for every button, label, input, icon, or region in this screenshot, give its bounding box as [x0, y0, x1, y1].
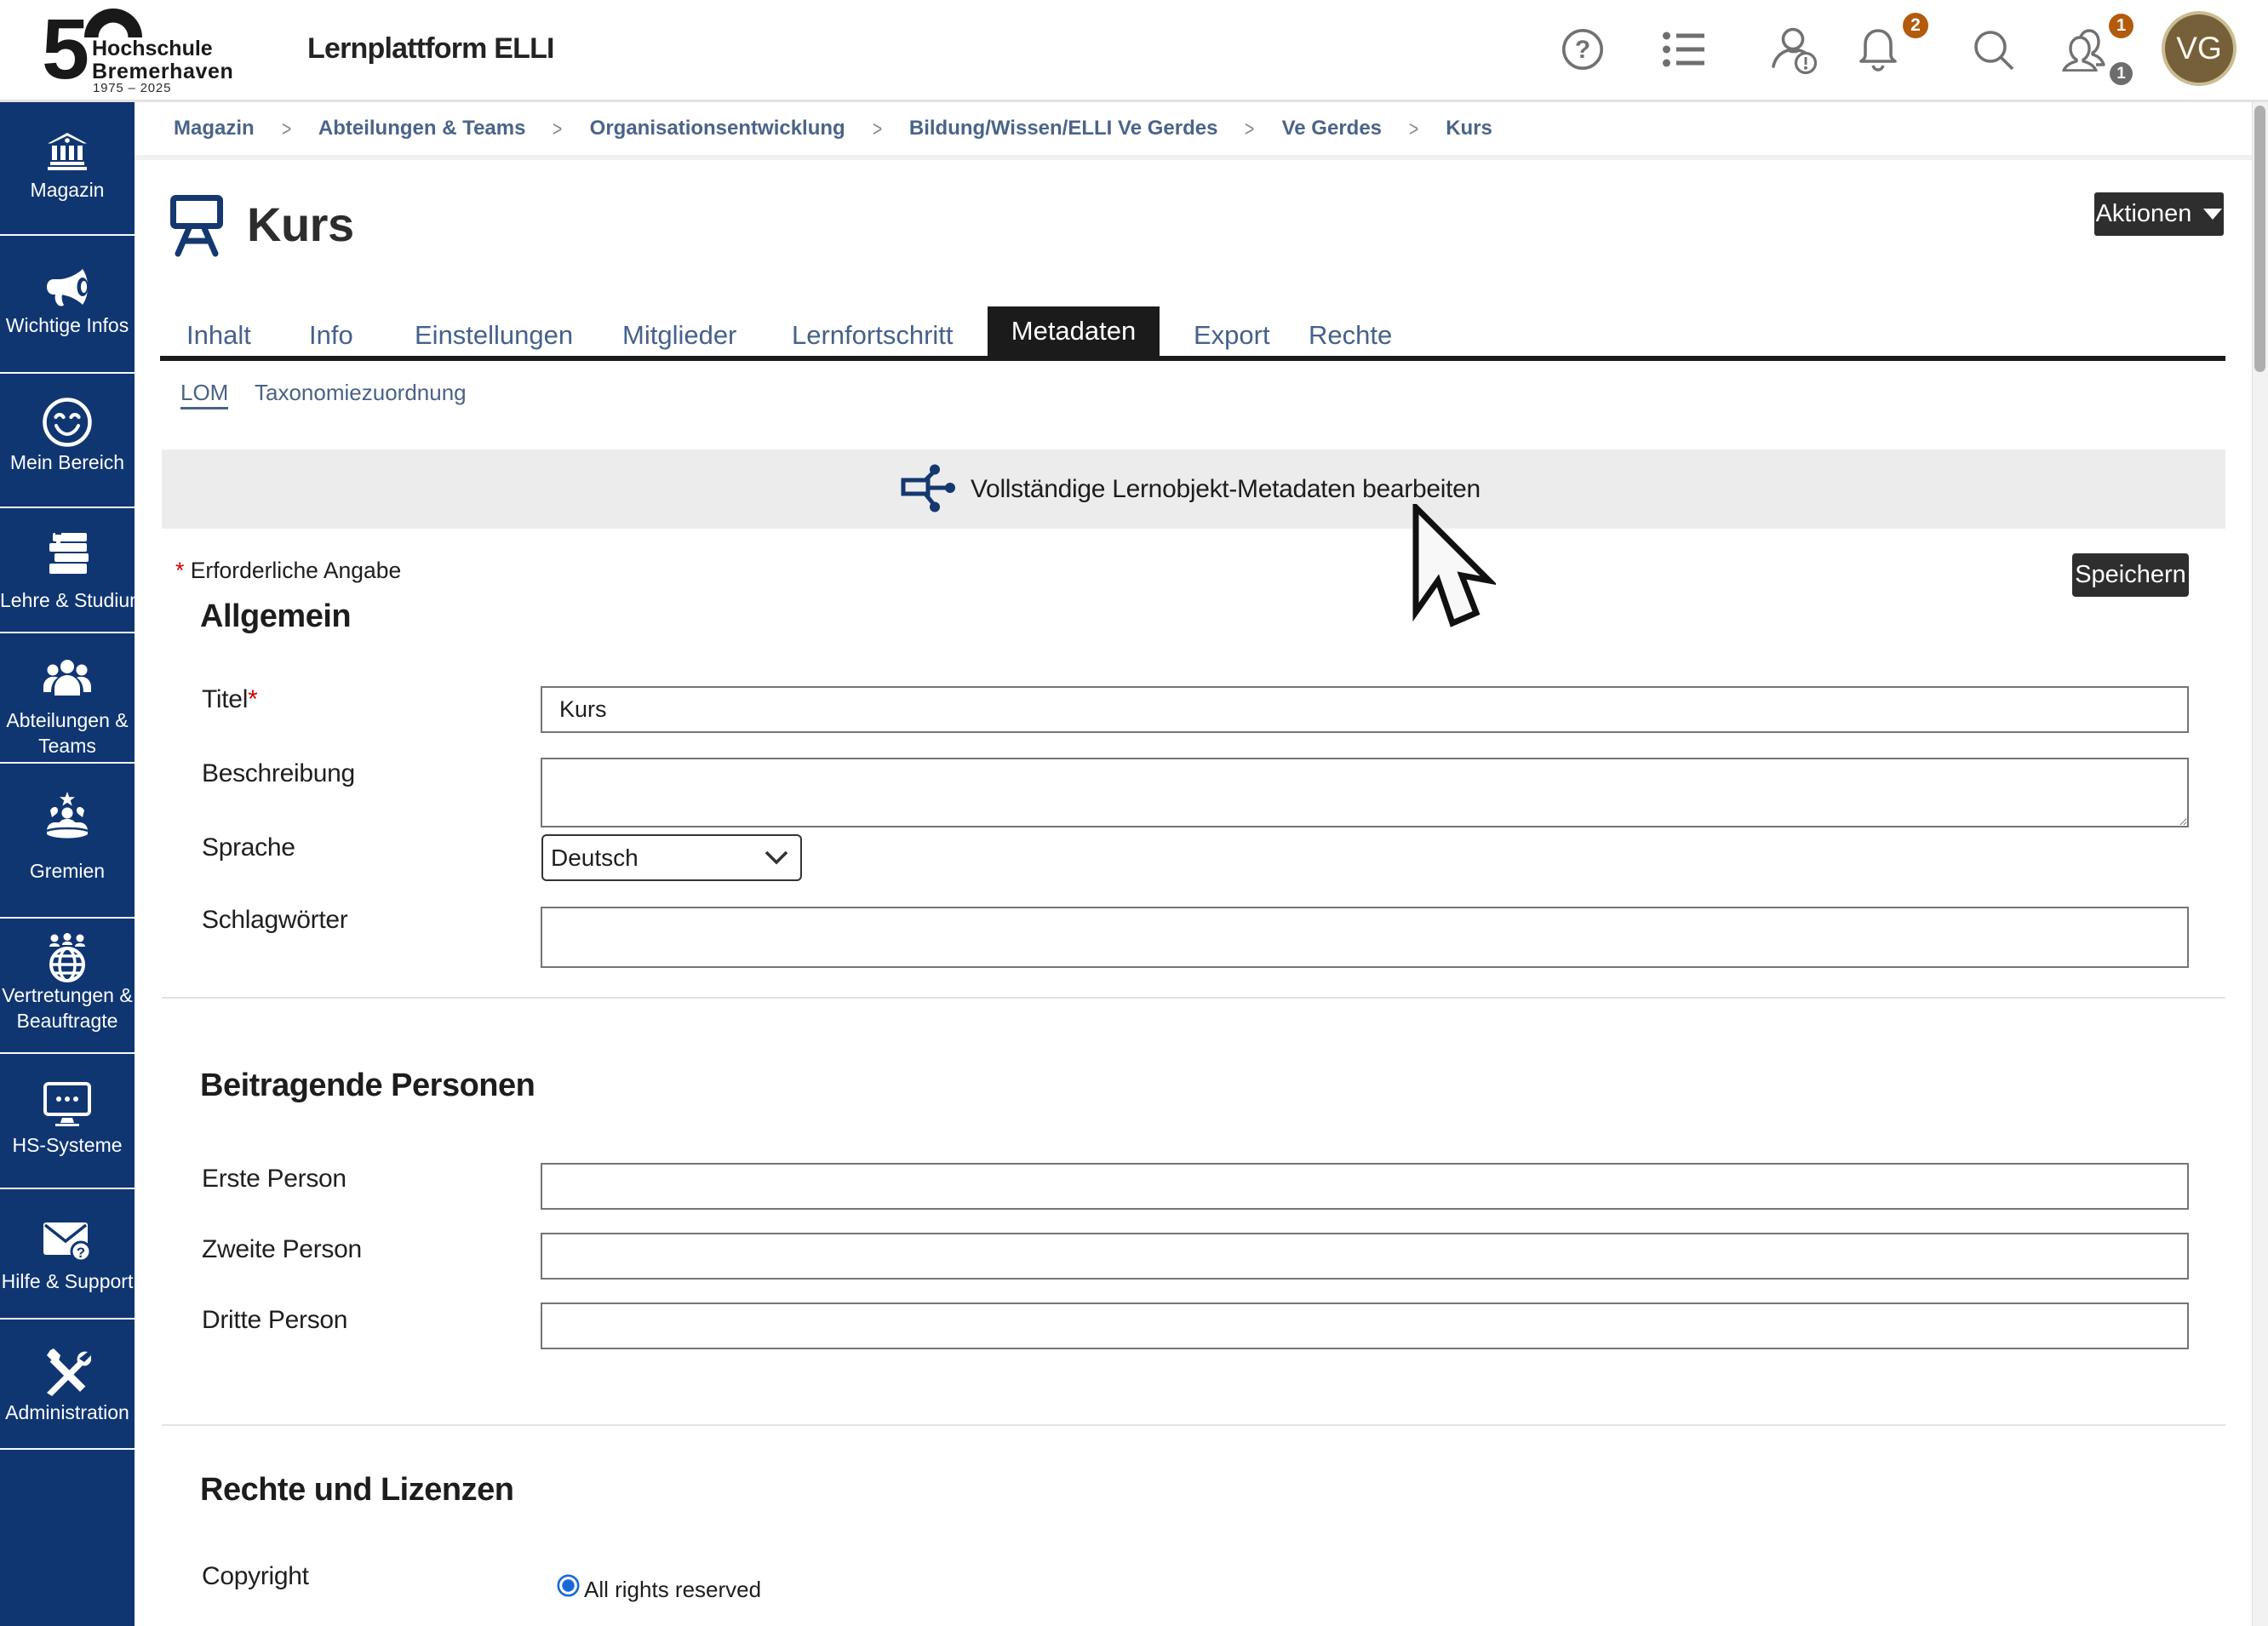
svg-text:1975 – 2025: 1975 – 2025	[93, 81, 171, 95]
svg-text:?: ?	[77, 1245, 85, 1261]
svg-text:5: 5	[42, 7, 89, 96]
svg-text:Bremerhaven: Bremerhaven	[92, 60, 233, 83]
svg-text:?: ?	[1575, 36, 1590, 64]
svg-text:Hochschule: Hochschule	[92, 37, 213, 60]
